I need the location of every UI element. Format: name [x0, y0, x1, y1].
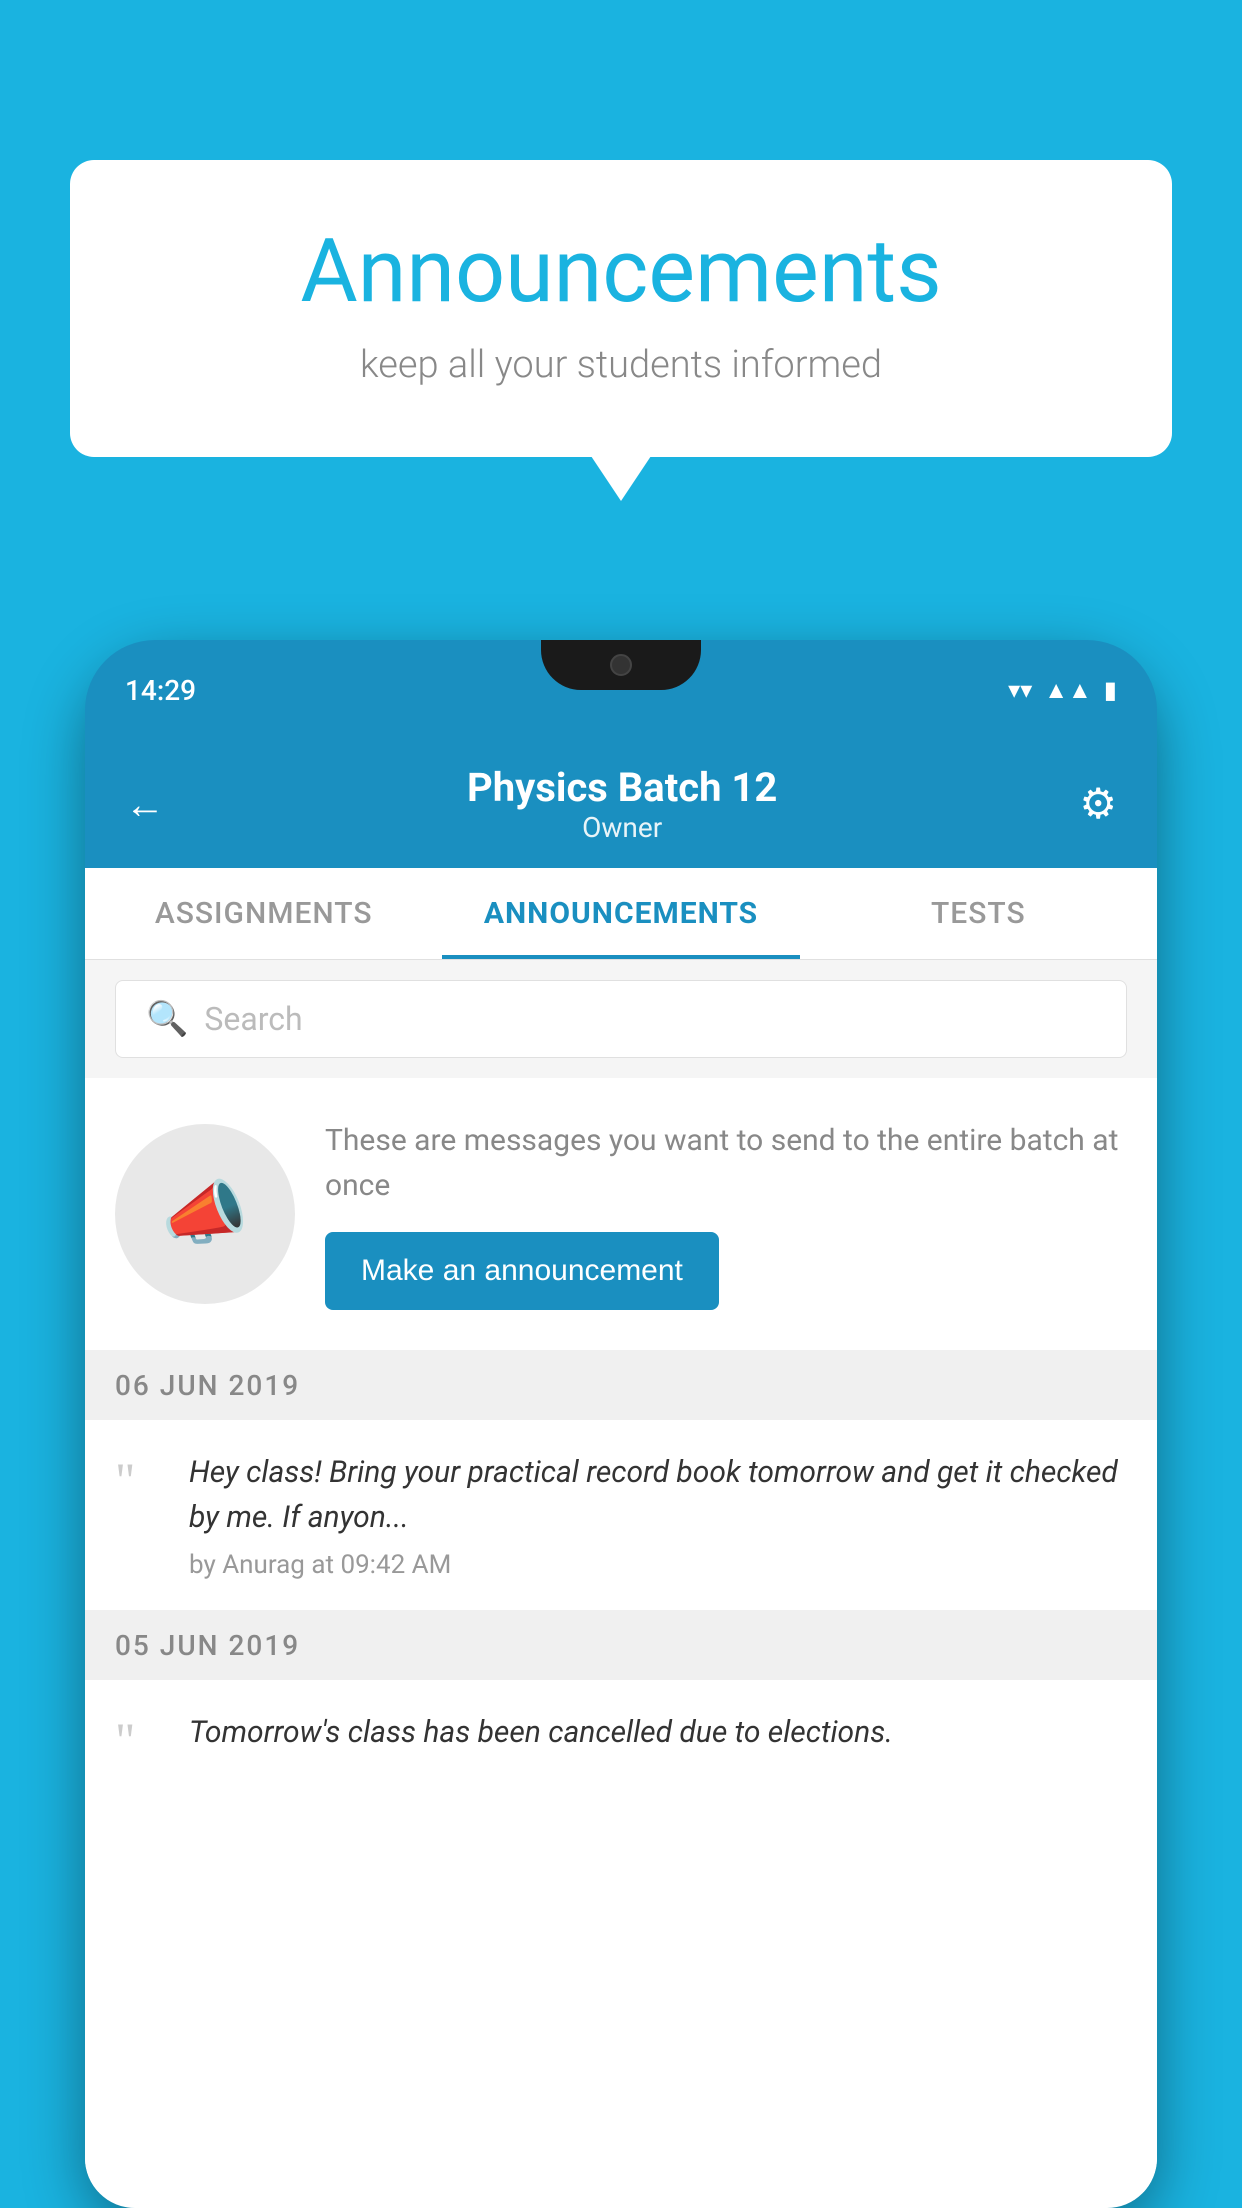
announcement-text-0: Hey class! Bring your practical record b…	[189, 1450, 1127, 1580]
phone: 14:29 ▾▾ ▲▲ ▮ ← Physics Batch 12 Owner ⚙…	[85, 640, 1157, 2208]
app-header: ← Physics Batch 12 Owner ⚙	[85, 740, 1157, 868]
phone-camera	[610, 654, 632, 676]
bubble-subtitle: keep all your students informed	[150, 343, 1092, 387]
date-header-1: 05 JUN 2019	[85, 1611, 1157, 1680]
tab-assignments[interactable]: ASSIGNMENTS	[85, 868, 442, 959]
announcement-text-1: Tomorrow's class has been cancelled due …	[189, 1710, 893, 1765]
announcement-meta-0: by Anurag at 09:42 AM	[189, 1550, 1127, 1580]
search-icon: 🔍	[146, 999, 188, 1039]
bubble-title: Announcements	[150, 220, 1092, 323]
status-time: 14:29	[125, 674, 196, 707]
battery-icon: ▮	[1104, 676, 1117, 704]
back-button[interactable]: ←	[125, 781, 165, 828]
tab-announcements[interactable]: ANNOUNCEMENTS	[442, 868, 799, 959]
header-owner: Owner	[165, 811, 1079, 844]
wifi-icon: ▾▾	[1008, 676, 1032, 704]
status-icons: ▾▾ ▲▲ ▮	[1008, 676, 1117, 705]
promo-text-section: These are messages you want to send to t…	[325, 1118, 1127, 1310]
header-batch-name: Physics Batch 12	[165, 764, 1079, 811]
promo-description: These are messages you want to send to t…	[325, 1118, 1127, 1208]
announcement-item-1: " Tomorrow's class has been cancelled du…	[85, 1680, 1157, 1795]
announcement-item-0: " Hey class! Bring your practical record…	[85, 1420, 1157, 1611]
announcement-message-1: Tomorrow's class has been cancelled due …	[189, 1710, 893, 1755]
search-container: 🔍 Search	[85, 960, 1157, 1078]
status-bar: 14:29 ▾▾ ▲▲ ▮	[85, 640, 1157, 740]
quote-icon-1: "	[115, 1710, 165, 1760]
phone-content: 🔍 Search 📣 These are messages you want t…	[85, 960, 1157, 2192]
announcement-message-0: Hey class! Bring your practical record b…	[189, 1450, 1127, 1540]
search-bar[interactable]: 🔍 Search	[115, 980, 1127, 1058]
phone-notch	[541, 640, 701, 690]
phone-screen: ← Physics Batch 12 Owner ⚙ ASSIGNMENTS A…	[85, 740, 1157, 2208]
promo-icon-circle: 📣	[115, 1124, 295, 1304]
tabs-container: ASSIGNMENTS ANNOUNCEMENTS TESTS	[85, 868, 1157, 960]
header-title-group: Physics Batch 12 Owner	[165, 764, 1079, 844]
search-placeholder: Search	[204, 1000, 302, 1038]
quote-icon-0: "	[115, 1450, 165, 1500]
date-header-0: 06 JUN 2019	[85, 1351, 1157, 1420]
speech-bubble: Announcements keep all your students inf…	[70, 160, 1172, 457]
tab-tests[interactable]: TESTS	[800, 868, 1157, 959]
settings-icon[interactable]: ⚙	[1079, 779, 1117, 829]
promo-card: 📣 These are messages you want to send to…	[85, 1078, 1157, 1351]
make-announcement-button[interactable]: Make an announcement	[325, 1232, 719, 1310]
megaphone-icon: 📣	[161, 1173, 248, 1255]
signal-icon: ▲▲	[1044, 676, 1092, 705]
speech-bubble-container: Announcements keep all your students inf…	[70, 160, 1172, 457]
